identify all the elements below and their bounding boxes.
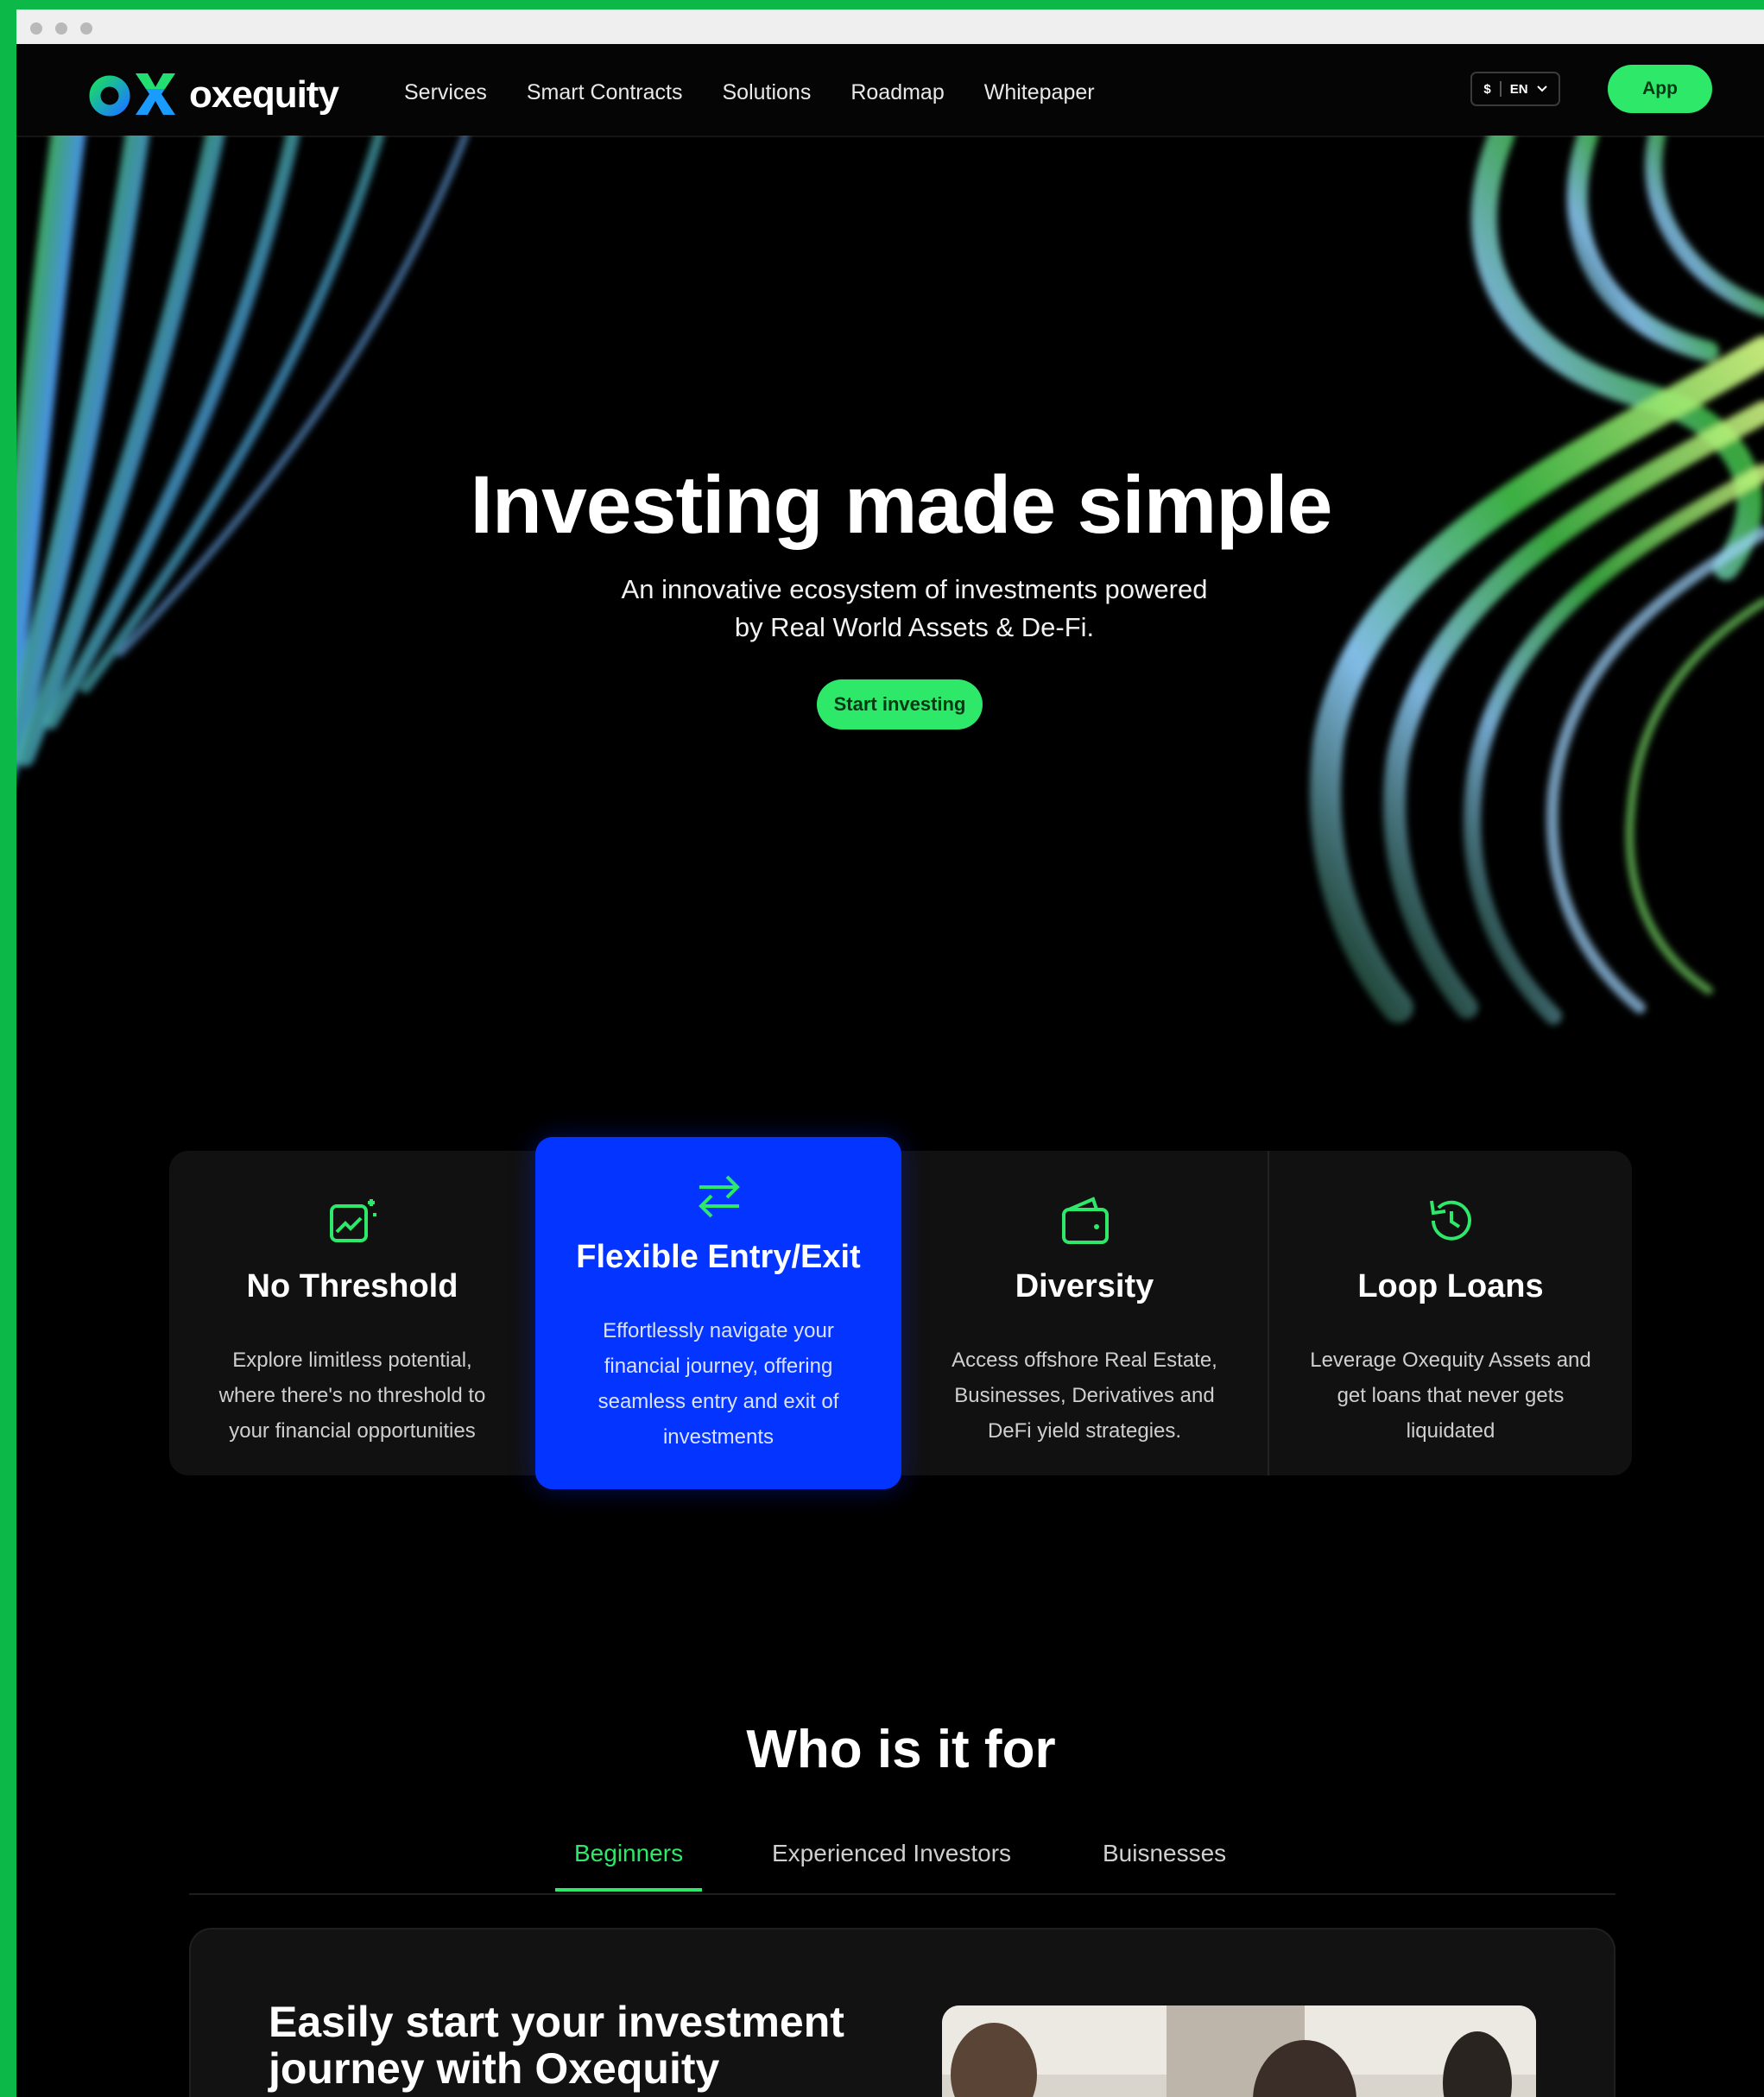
- top-navbar: oxequity Services Smart Contracts Soluti…: [16, 44, 1764, 137]
- hero-subtitle-line: An innovative ecosystem of investments p…: [621, 574, 1208, 604]
- nav-link-services[interactable]: Services: [404, 75, 487, 110]
- office-photo-image: [942, 2005, 1536, 2097]
- nav-link-solutions[interactable]: Solutions: [722, 75, 811, 110]
- history-clock-icon: [1430, 1200, 1471, 1241]
- features-strip: No Threshold Explore limitless potential…: [169, 1137, 1634, 1489]
- feature-card-no-threshold[interactable]: No Threshold Explore limitless potential…: [169, 1151, 535, 1475]
- divider: [1499, 81, 1502, 97]
- feature-card-diversity[interactable]: Diversity Access offshore Real Estate, B…: [901, 1151, 1268, 1475]
- tab-beginners[interactable]: Beginners: [574, 1840, 683, 1867]
- wallet-icon: [1062, 1197, 1109, 1244]
- start-investing-button[interactable]: Start investing: [817, 679, 983, 730]
- feature-description: Access offshore Real Estate, Businesses,…: [952, 1349, 1217, 1443]
- oxequity-logo-icon: [89, 73, 175, 117]
- feature-title: Loop Loans: [1357, 1268, 1544, 1304]
- audience-panel: Easily start your investment journey wit…: [189, 1928, 1615, 2097]
- feature-description: Effortlessly navigate your financial jou…: [597, 1319, 839, 1449]
- feature-description: Leverage Oxequity Assets and get loans t…: [1310, 1349, 1591, 1443]
- nav-link-smart-contracts[interactable]: Smart Contracts: [527, 75, 683, 110]
- hero-subtitle-line: by Real World Assets & De-Fi.: [734, 612, 1095, 642]
- feature-title: No Threshold: [246, 1268, 458, 1304]
- section-title: Who is it for: [746, 1720, 1056, 1779]
- tab-businesses[interactable]: Buisnesses: [1103, 1840, 1226, 1867]
- feature-card-loop-loans[interactable]: Loop Loans Leverage Oxequity Assets and …: [1268, 1151, 1634, 1475]
- panel-title: Easily start your investment journey wit…: [269, 1998, 844, 2093]
- window-dot-icon[interactable]: [55, 22, 67, 35]
- arrows-swap-icon: [699, 1175, 740, 1218]
- currency-label: $: [1483, 81, 1491, 97]
- window-dot-icon[interactable]: [80, 22, 92, 35]
- brand-logo[interactable]: oxequity: [89, 68, 348, 118]
- image-sparkle-icon: [330, 1199, 376, 1242]
- language-label: EN: [1509, 81, 1528, 97]
- active-tab-indicator: [555, 1888, 702, 1892]
- brand-name: oxequity: [189, 73, 339, 116]
- chevron-down-icon: [1536, 85, 1547, 92]
- hero-title: Investing made simple: [470, 459, 1333, 551]
- nav-link-whitepaper[interactable]: Whitepaper: [984, 75, 1095, 110]
- feature-title: Flexible Entry/Exit: [576, 1239, 861, 1275]
- feature-description: Explore limitless potential, where there…: [218, 1349, 486, 1443]
- browser-window: oxequity Services Smart Contracts Soluti…: [16, 9, 1764, 2097]
- window-dot-icon[interactable]: [30, 22, 42, 35]
- feature-card-flexible-entry-exit[interactable]: Flexible Entry/Exit Effortlessly navigat…: [535, 1137, 901, 1489]
- nav-link-roadmap[interactable]: Roadmap: [850, 75, 944, 110]
- app-button[interactable]: App: [1608, 65, 1712, 113]
- tab-experienced-investors[interactable]: Experienced Investors: [772, 1840, 1011, 1867]
- currency-language-selector[interactable]: $ EN: [1470, 72, 1560, 106]
- nav-menu: Services Smart Contracts Solutions Roadm…: [404, 75, 1135, 110]
- window-titlebar: [16, 9, 1764, 45]
- hero-subtitle: An innovative ecosystem of investments p…: [569, 571, 1260, 647]
- feature-title: Diversity: [1015, 1268, 1154, 1304]
- audience-tabs: Beginners Experienced Investors Buisness…: [189, 1828, 1615, 1895]
